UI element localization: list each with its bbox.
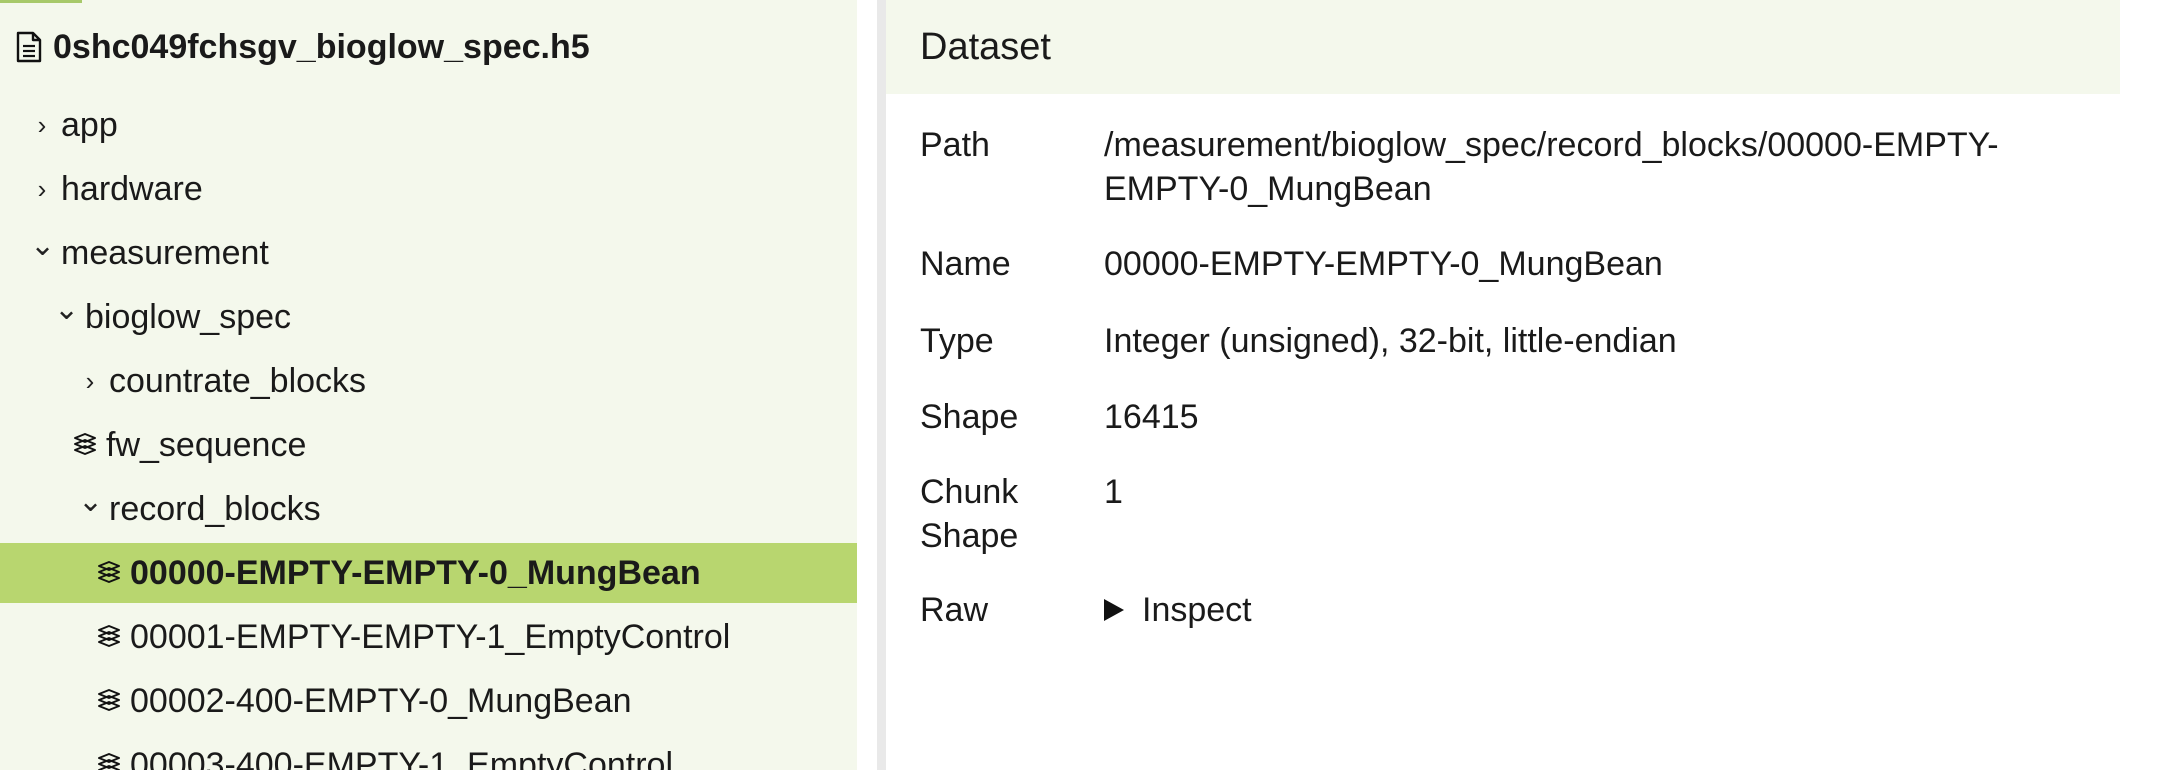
raw-value: Inspect — [1104, 588, 2114, 632]
layers-icon — [98, 753, 120, 770]
tree-item[interactable]: › app — [0, 95, 857, 155]
panel-title: Dataset — [920, 25, 1051, 68]
tree-item[interactable]: 00000-EMPTY-EMPTY-0_MungBean — [0, 543, 857, 603]
raw-label: Raw — [920, 591, 989, 629]
main-panel — [886, 0, 2158, 770]
tree-item-label: app — [61, 105, 118, 144]
tree-item-label: countrate_blocks — [109, 361, 367, 400]
tree-item-label: 00002-400-EMPTY-0_MungBean — [130, 681, 632, 720]
path-label: Path — [920, 126, 990, 164]
layers-icon — [74, 433, 96, 455]
tree-item[interactable]: 00002-400-EMPTY-0_MungBean — [0, 671, 857, 731]
tree-item[interactable]: ⌄ bioglow_spec — [0, 287, 857, 347]
tree-item-label: 00001-EMPTY-EMPTY-1_EmptyControl — [130, 617, 731, 656]
chevron-down-icon[interactable]: ⌄ — [54, 292, 79, 327]
tree-item-label: fw_sequence — [106, 425, 307, 464]
file-root[interactable]: 0shc049fchsgv_bioglow_spec.h5 — [15, 24, 590, 70]
layers-icon — [98, 689, 120, 711]
inspect-toggle[interactable]: Inspect — [1104, 588, 2114, 632]
chevron-right-icon[interactable]: › — [30, 110, 54, 141]
layers-icon — [98, 625, 120, 647]
path-value: /measurement/bioglow_spec/record_blocks/… — [1104, 126, 1999, 208]
chevron-right-icon[interactable]: › — [30, 174, 54, 205]
tree-item[interactable]: fw_sequence — [0, 415, 857, 475]
type-value: Integer (unsigned), 32-bit, little-endia… — [1104, 322, 1677, 360]
sidebar-splitter[interactable] — [877, 0, 886, 770]
file-icon — [16, 31, 42, 63]
shape-label: Shape — [920, 398, 1019, 436]
sidebar-accent-line — [0, 0, 82, 3]
tree-item[interactable]: ⌄ measurement — [0, 223, 857, 283]
tree-item-label: record_blocks — [109, 489, 321, 528]
chevron-down-icon[interactable]: ⌄ — [30, 228, 55, 263]
type-label: Type — [920, 322, 994, 360]
layers-icon — [98, 561, 120, 583]
chunk-shape-label: Chunk Shape — [920, 473, 1019, 555]
tree-item-label: measurement — [61, 233, 269, 272]
tree-item-label: bioglow_spec — [85, 297, 292, 336]
tree-item[interactable]: › countrate_blocks — [0, 351, 857, 411]
inspect-label: Inspect — [1142, 591, 1252, 629]
tree-item[interactable]: › hardware — [0, 159, 857, 219]
disclosure-triangle-icon — [1104, 599, 1124, 621]
chevron-down-icon[interactable]: ⌄ — [78, 484, 103, 519]
tree-item[interactable]: 00003-400-EMPTY-1_EmptyControl — [0, 735, 857, 770]
tree-item[interactable]: 00001-EMPTY-EMPTY-1_EmptyControl — [0, 607, 857, 667]
shape-value: 16415 — [1104, 398, 1199, 436]
chevron-right-icon[interactable]: › — [78, 366, 102, 397]
tree-item[interactable]: ⌄ record_blocks — [0, 479, 857, 539]
file-name: 0shc049fchsgv_bioglow_spec.h5 — [53, 27, 590, 66]
tree-item-label: 00003-400-EMPTY-1_EmptyControl — [130, 745, 674, 770]
panel-header: Dataset — [886, 0, 2120, 94]
app-window: 0shc049fchsgv_bioglow_spec.h5 › app › hardw… — [0, 0, 2158, 770]
sidebar: 0shc049fchsgv_bioglow_spec.h5 › app › hardw… — [0, 0, 857, 770]
tree-item-label: hardware — [61, 169, 203, 208]
name-value: 00000-EMPTY-EMPTY-0_MungBean — [1104, 245, 1663, 283]
tree-item-label: 00000-EMPTY-EMPTY-0_MungBean — [130, 553, 701, 592]
chunk-shape-value: 1 — [1104, 473, 1123, 511]
name-label: Name — [920, 245, 1011, 283]
